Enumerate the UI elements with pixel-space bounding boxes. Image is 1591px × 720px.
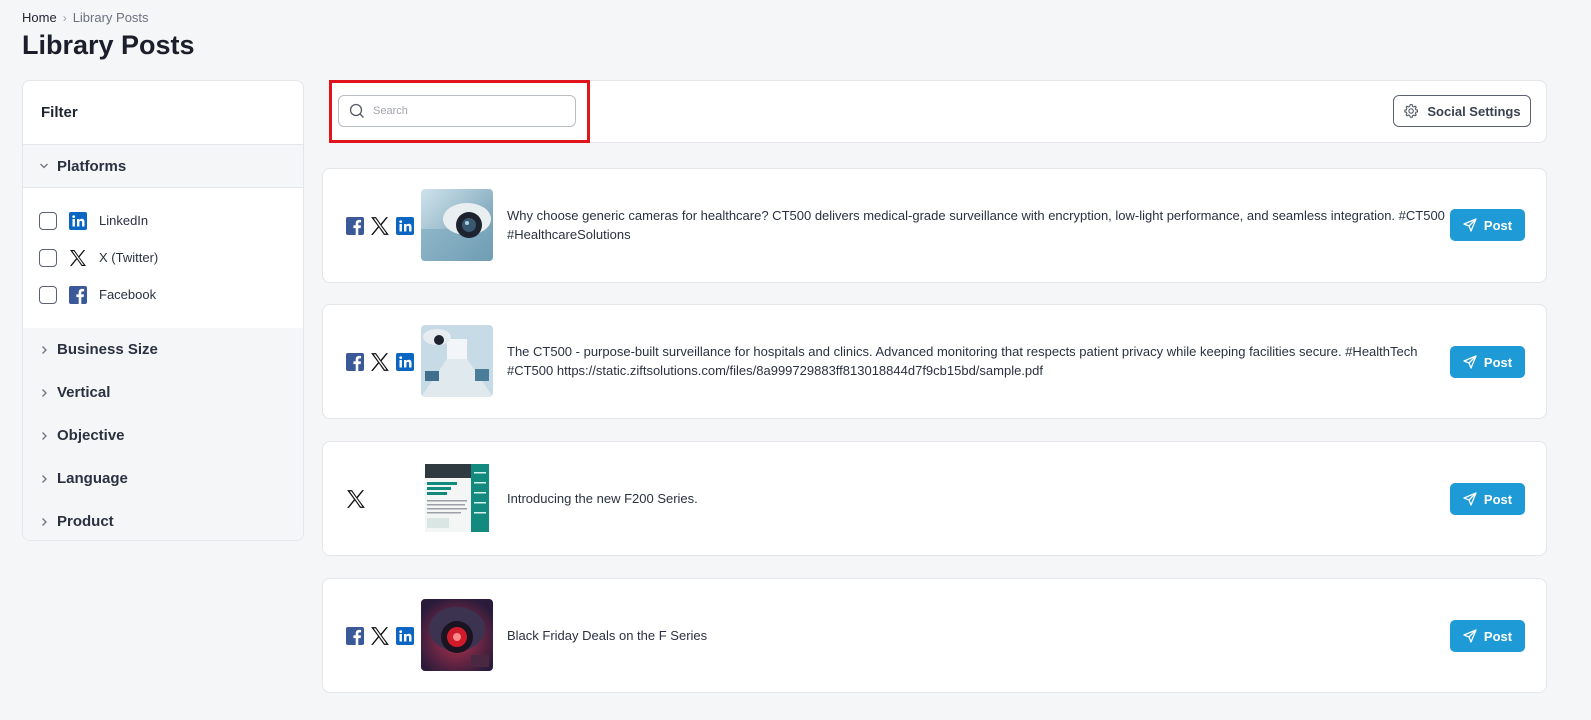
filter-section-label: Objective	[57, 427, 125, 444]
post-text: Why choose generic cameras for healthcar…	[507, 208, 1445, 242]
chevron-down-icon	[40, 163, 48, 169]
post-card: Why choose generic cameras for healthcar…	[322, 168, 1547, 283]
linkedin-checkbox[interactable]	[39, 211, 57, 230]
filter-title: Filter	[41, 104, 78, 121]
post-button-label: Post	[1483, 354, 1513, 370]
filter-sidebar: Filter Platforms LinkedIn X (Twitter) Fa…	[22, 80, 304, 541]
post-text: Introducing the new F200 Series.	[507, 491, 698, 506]
send-icon	[1463, 218, 1477, 232]
post-button-label: Post	[1483, 491, 1513, 507]
linkedin-icon	[69, 211, 87, 230]
filter-section-vertical[interactable]: Vertical	[23, 371, 303, 414]
send-icon	[1463, 492, 1477, 506]
gear-icon	[1404, 103, 1419, 118]
x-icon	[371, 353, 389, 371]
facebook-icon	[69, 285, 87, 304]
facebook-icon	[346, 353, 364, 371]
post-thumbnail-hospital-corridor	[421, 325, 493, 397]
filter-section-label: Platforms	[57, 157, 127, 175]
platform-label: Facebook	[99, 287, 157, 302]
linkedin-icon	[396, 217, 414, 235]
post-platform-icons	[346, 626, 414, 646]
post-button-label: Post	[1483, 628, 1513, 644]
linkedin-icon	[396, 627, 414, 645]
filter-section-label: Business Size	[57, 341, 158, 358]
chevron-right-icon	[42, 345, 47, 354]
post-text: Black Friday Deals on the F Series	[507, 628, 708, 643]
post-platform-icons	[346, 352, 414, 372]
page-title: Library Posts	[22, 30, 195, 60]
send-icon	[1463, 355, 1477, 369]
post-card: Black Friday Deals on the F Series Post	[322, 578, 1547, 693]
post-card: The CT500 - purpose-built surveillance f…	[322, 304, 1547, 419]
facebook-checkbox[interactable]	[39, 285, 57, 304]
search-highlight-box	[329, 80, 590, 143]
post-button[interactable]: Post	[1450, 483, 1525, 515]
chevron-right-icon	[42, 474, 47, 483]
post-thumbnail-red-camera	[421, 599, 493, 671]
filter-section-objective[interactable]: Objective	[23, 414, 303, 457]
post-button[interactable]: Post	[1450, 620, 1525, 652]
filter-section-language[interactable]: Language	[23, 457, 303, 500]
social-settings-button[interactable]: Social Settings	[1393, 95, 1531, 127]
platform-label: LinkedIn	[99, 213, 149, 228]
facebook-icon	[346, 217, 364, 235]
x-icon	[347, 490, 365, 508]
chevron-right-icon	[42, 388, 47, 397]
x-checkbox[interactable]	[39, 248, 57, 267]
social-settings-label: Social Settings	[1427, 103, 1521, 119]
filter-section-label: Vertical	[57, 384, 111, 401]
filter-section-platforms[interactable]: Platforms	[23, 144, 303, 188]
x-icon	[70, 249, 86, 266]
breadcrumb-current: Library Posts	[72, 10, 149, 25]
chevron-right-icon: ›	[62, 10, 67, 25]
send-icon	[1463, 629, 1477, 643]
post-button-label: Post	[1483, 217, 1513, 233]
platform-label: X (Twitter)	[99, 250, 159, 265]
platform-option-linkedin[interactable]: LinkedIn	[39, 202, 303, 239]
x-icon	[371, 627, 389, 645]
post-platform-icons	[346, 216, 414, 236]
platform-option-x[interactable]: X (Twitter)	[39, 239, 303, 276]
chevron-right-icon	[42, 431, 47, 440]
post-button[interactable]: Post	[1450, 209, 1525, 241]
linkedin-icon	[396, 353, 414, 371]
post-platform-icons	[346, 489, 366, 509]
filter-section-label: Language	[57, 470, 128, 487]
x-icon	[371, 217, 389, 235]
filter-section-product[interactable]: Product	[23, 500, 303, 540]
breadcrumb: Home › Library Posts	[22, 10, 149, 25]
filter-section-label: Product	[57, 513, 114, 530]
filter-section-business-size[interactable]: Business Size	[23, 328, 303, 371]
post-button[interactable]: Post	[1450, 346, 1525, 378]
post-text: The CT500 - purpose-built surveillance f…	[507, 344, 1418, 378]
facebook-icon	[346, 627, 364, 645]
post-thumbnail-camera	[421, 189, 493, 261]
chevron-right-icon	[42, 517, 47, 526]
breadcrumb-home-link[interactable]: Home	[22, 10, 57, 25]
post-thumbnail-brochure	[421, 462, 493, 534]
platform-option-facebook[interactable]: Facebook	[39, 276, 303, 313]
post-card: Introducing the new F200 Series. Post	[322, 441, 1547, 556]
